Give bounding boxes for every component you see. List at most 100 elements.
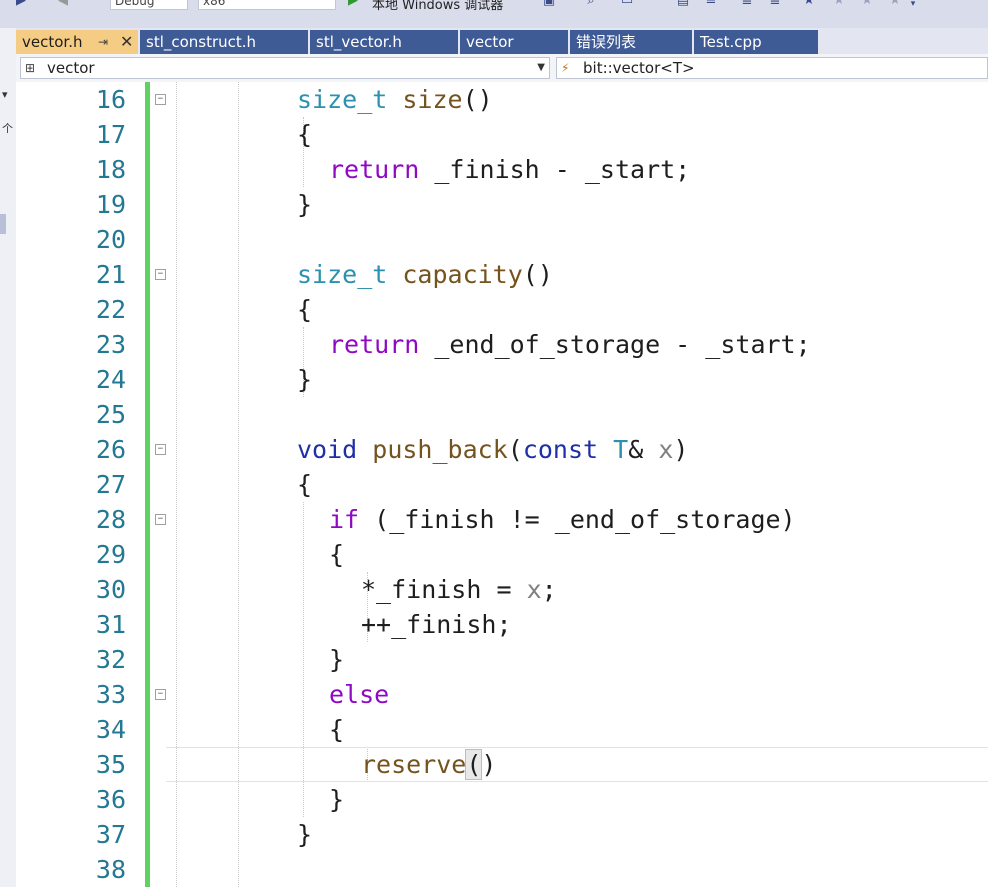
code-line[interactable]: void push_back(const T& x) (297, 432, 688, 467)
bookmark-next-icon[interactable]: ★ (860, 0, 874, 7)
code-line[interactable]: return _finish - _start; (329, 152, 690, 187)
configuration-combo[interactable]: Debug (110, 0, 188, 10)
code-line[interactable]: { (297, 292, 312, 327)
code-line[interactable]: } (297, 187, 312, 222)
indent-icon[interactable]: ≣ (740, 0, 754, 7)
code-token: capacity (402, 260, 523, 289)
code-line[interactable]: { (297, 117, 312, 152)
code-token: ++_finish; (361, 610, 512, 639)
project-icon: ⊞ (25, 61, 36, 75)
line-number: 21 (95, 260, 126, 289)
toolbar: ▶ ◀ Debug x86 ▶ 本地 Windows 调试器 ▣ ⌕ ▭ ▤ ≡… (0, 0, 988, 29)
code-token: } (329, 645, 345, 674)
left-strip-selector[interactable] (0, 214, 6, 234)
code-token: size (402, 85, 463, 114)
code-token: ) (481, 750, 497, 779)
line-number: 16 (95, 85, 126, 114)
tab-stl-construct-h[interactable]: stl_construct.h (140, 30, 308, 54)
overflow-chevron-icon[interactable]: ▾ (906, 0, 920, 11)
code-token: ) (673, 435, 689, 464)
caret-bracket: ( (465, 749, 483, 780)
code-token: () (462, 85, 493, 114)
play-icon[interactable]: ▶ (14, 0, 28, 7)
code-line[interactable]: return _end_of_storage - _start; (329, 327, 811, 362)
window-icon[interactable]: ▭ (620, 0, 634, 7)
scope-dropdown[interactable]: ⊞ vector ▼ (20, 57, 550, 79)
bookmark-icon[interactable]: ★ (802, 0, 816, 7)
code-token: & (628, 435, 659, 464)
code-token: T (613, 435, 629, 464)
code-line[interactable]: size_t size() (297, 82, 493, 117)
code-token: () (522, 260, 553, 289)
class-icon: ⚡ (561, 61, 570, 75)
tab-error-list[interactable]: 错误列表 (570, 30, 692, 54)
code-line[interactable]: { (329, 712, 344, 747)
document-tabs: vector.h ⇥ ✕ stl_construct.h stl_vector.… (16, 28, 988, 54)
line-number: 20 (95, 225, 126, 254)
code-token: { (297, 295, 313, 324)
code-line[interactable]: } (297, 817, 312, 852)
code-token: size_t (297, 260, 388, 289)
bookmark-prev-icon[interactable]: ★ (832, 0, 846, 7)
tab-label: Test.cpp (700, 33, 762, 51)
align-icon[interactable]: ≡ (704, 0, 718, 7)
platform-combo[interactable]: x86 (198, 0, 336, 10)
collapse-icon[interactable]: − (155, 444, 166, 455)
code-token: } (329, 785, 345, 814)
change-tracking-bar (145, 82, 150, 887)
start-debugging-icon[interactable]: ▶ (346, 0, 360, 7)
code-line[interactable]: } (329, 782, 344, 817)
code-token: x (658, 435, 674, 464)
code-token: const (522, 435, 599, 464)
code-line[interactable]: reserve() (361, 747, 496, 782)
bookmark-clear-icon[interactable]: ★ (888, 0, 902, 7)
solution-explorer-strip: ▾ 个 (0, 28, 17, 887)
line-number: 22 (95, 295, 126, 324)
attach-icon[interactable]: ▣ (542, 0, 556, 7)
code-line[interactable]: } (329, 642, 344, 677)
code-token: else (329, 680, 390, 709)
tab-stl-vector-h[interactable]: stl_vector.h (310, 30, 458, 54)
code-token: _finish - _start; (419, 155, 691, 184)
code-line[interactable]: *_finish = x; (361, 572, 557, 607)
collapse-icon[interactable]: − (155, 269, 166, 280)
line-number: 37 (95, 820, 126, 849)
code-editor[interactable]: 16− size_t size() 17{18 return _finish - _s… (16, 82, 988, 887)
code-token: return (329, 330, 420, 359)
tab-label: stl_construct.h (146, 33, 257, 51)
collapse-icon[interactable]: − (155, 689, 166, 700)
start-debugging-label[interactable]: 本地 Windows 调试器 (372, 0, 503, 13)
outdent-icon[interactable]: ≣ (768, 0, 782, 7)
layout-icon[interactable]: ▤ (676, 0, 690, 7)
back-icon[interactable]: ◀ (56, 0, 70, 7)
code-line[interactable]: { (329, 537, 344, 572)
left-strip-mark: 个 (2, 122, 13, 135)
code-token: (_finish != _end_of_storage) (359, 505, 796, 534)
code-line[interactable]: size_t capacity() (297, 257, 553, 292)
code-line[interactable]: if (_finish != _end_of_storage) (329, 502, 796, 537)
collapse-icon[interactable]: − (155, 94, 166, 105)
code-token: *_finish = (361, 575, 527, 604)
pin-tab-icon[interactable]: ⇥ (98, 30, 108, 54)
code-line[interactable]: ++_finish; (361, 607, 512, 642)
close-icon[interactable]: ✕ (120, 30, 133, 54)
member-dropdown[interactable]: ⚡ bit::vector<T> (556, 57, 988, 79)
collapse-icon[interactable]: − (155, 514, 166, 525)
code-token: if (329, 505, 360, 534)
code-token: size_t (297, 85, 388, 114)
tab-vector[interactable]: vector (460, 30, 568, 54)
tab-test-cpp[interactable]: Test.cpp (694, 30, 818, 54)
pin-icon: ▾ (2, 88, 8, 101)
code-line[interactable]: { (297, 467, 312, 502)
search-icon[interactable]: ⌕ (584, 0, 598, 7)
tab-vector-h[interactable]: vector.h ⇥ ✕ (16, 30, 138, 54)
code-token: return (329, 155, 420, 184)
code-token: { (329, 715, 345, 744)
code-line[interactable]: } (297, 362, 312, 397)
code-token: } (297, 365, 313, 394)
code-line[interactable]: else (329, 677, 389, 712)
line-number: 33 (95, 680, 126, 709)
line-number: 29 (95, 540, 126, 569)
line-number: 23 (95, 330, 126, 359)
